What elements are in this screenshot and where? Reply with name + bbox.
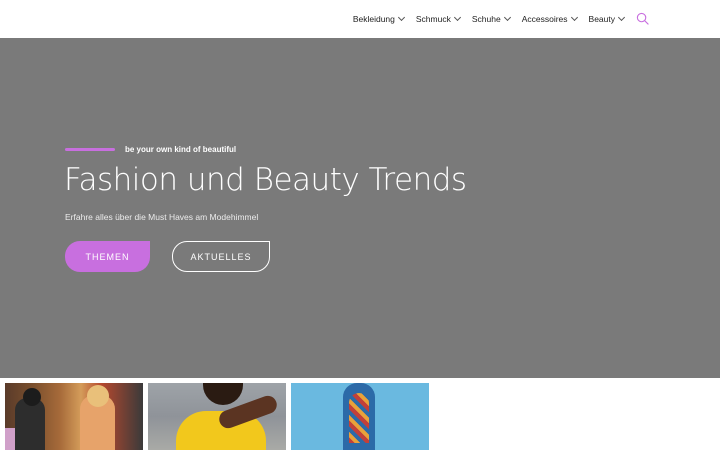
chevron-down-icon: [397, 13, 405, 22]
nav-item-label: Accessoires: [521, 14, 568, 24]
chevron-down-icon: [453, 13, 461, 22]
nav-item-label: Schuhe: [471, 14, 501, 24]
nav-item-label: Beauty: [588, 14, 615, 24]
hero-section: be your own kind of beautiful Fashion un…: [0, 38, 720, 378]
chevron-down-icon: [570, 13, 578, 22]
nav-item-label: Schmuck: [415, 14, 451, 24]
nav-item-schmuck[interactable]: Schmuck: [415, 13, 461, 24]
aktuelles-button[interactable]: AKTUELLES: [172, 241, 270, 272]
chevron-down-icon: [617, 13, 626, 22]
nav-item-schuhe[interactable]: Schuhe: [471, 13, 511, 24]
main-nav: Bekleidung Schmuck Schuhe Accessoires Be…: [353, 0, 720, 38]
nav-item-beauty[interactable]: Beauty: [588, 13, 626, 24]
thumbnail-image[interactable]: [291, 383, 429, 450]
article-thumbnails: [5, 383, 434, 450]
hero-subtitle: Erfahre alles über die Must Haves am Mod…: [65, 212, 259, 222]
nav-item-label: Bekleidung: [352, 14, 395, 24]
search-icon[interactable]: [636, 12, 650, 26]
thumbnail-image[interactable]: [5, 383, 143, 450]
thumbnail-image[interactable]: [148, 383, 286, 450]
nav-item-bekleidung[interactable]: Bekleidung: [352, 13, 405, 24]
hero-tagline-row: be your own kind of beautiful: [65, 145, 236, 154]
site-header: Bekleidung Schmuck Schuhe Accessoires Be…: [0, 0, 720, 38]
chevron-down-icon: [503, 13, 511, 22]
nav-item-accessoires[interactable]: Accessoires: [521, 13, 578, 24]
hero-title: Fashion und Beauty Trends: [64, 162, 467, 198]
tagline-accent-line: [65, 148, 115, 151]
hero-tagline: be your own kind of beautiful: [125, 145, 237, 154]
themen-button[interactable]: THEMEN: [65, 241, 150, 272]
